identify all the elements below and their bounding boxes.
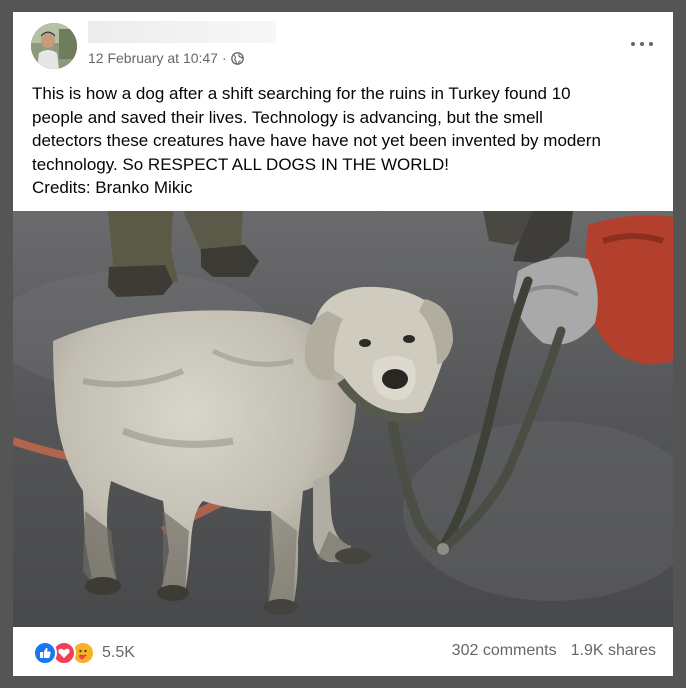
post-text: This is how a dog after a shift searchin… (32, 82, 657, 200)
shares-count-link[interactable]: 1.9K shares (571, 641, 656, 661)
post-text-line: Credits: Branko Mikic (32, 178, 193, 197)
facebook-post: 12 February at 10:47 · This is how a dog… (13, 12, 673, 676)
post-timestamp[interactable]: 12 February at 10:47 (88, 50, 218, 66)
post-footer: 5.5K 302 comments 1.9K shares (13, 627, 673, 676)
post-stats: 302 comments 1.9K shares (452, 641, 656, 661)
post-meta: 12 February at 10:47 · (88, 50, 244, 66)
like-icon (33, 641, 57, 665)
reaction-count: 5.5K (102, 644, 135, 661)
post-text-line: technology. So RESPECT ALL DOGS IN THE W… (32, 154, 449, 174)
meta-separator: · (221, 50, 227, 66)
globe-icon[interactable] (230, 51, 244, 65)
comments-count-link[interactable]: 302 comments (452, 641, 557, 661)
avatar[interactable] (31, 23, 77, 69)
post-text-line: detectors these creatures have have have… (32, 131, 601, 150)
post-header: 12 February at 10:47 · (13, 12, 673, 76)
screenshot-frame: 12 February at 10:47 · This is how a dog… (0, 0, 686, 688)
post-text-line: This is how a dog after a shift searchin… (32, 84, 571, 103)
author-name-redacted[interactable] (88, 21, 276, 43)
post-text-line: people and saved their lives. Technology… (32, 107, 543, 127)
reactions-summary[interactable]: 5.5K (33, 641, 135, 665)
post-photo[interactable] (13, 211, 673, 627)
more-options-icon[interactable] (631, 40, 653, 48)
